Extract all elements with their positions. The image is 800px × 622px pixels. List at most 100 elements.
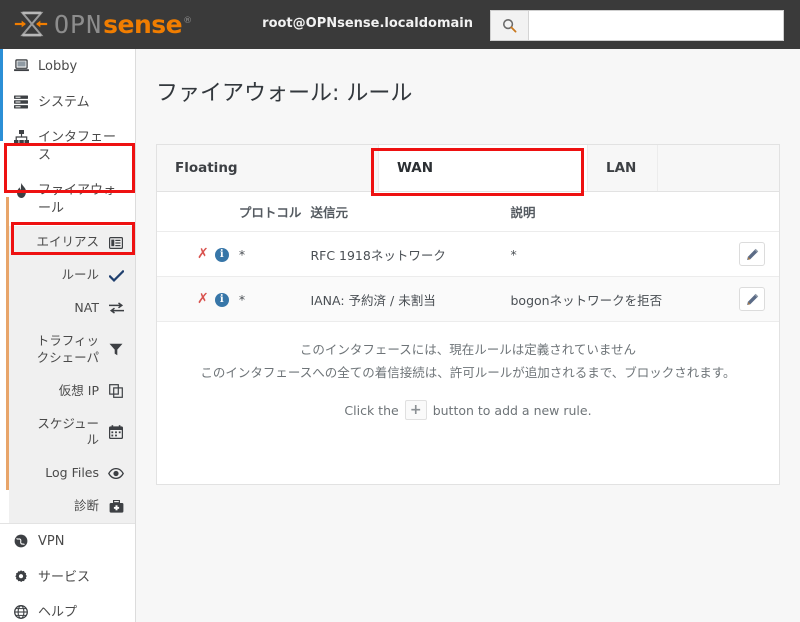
list-window-icon	[107, 236, 125, 249]
opnsense-hourglass-logo-icon	[14, 11, 48, 37]
exchange-arrows-icon	[107, 302, 125, 315]
help-globe-icon	[10, 604, 32, 620]
laptop-icon	[10, 58, 32, 72]
empty-state-line2: このインタフェースへの全ての着信接続は、許可ルールが追加されるまで、ブロックされ…	[200, 365, 736, 381]
sidebar-item-lobby[interactable]: Lobby	[0, 49, 135, 85]
search-icon[interactable]	[491, 11, 529, 40]
page-title: ファイアウォール: ルール	[156, 81, 413, 106]
main-content: ファイアウォール: ルール Floating WAN LAN プロトコル 送信元…	[136, 49, 800, 622]
check-icon	[107, 269, 125, 282]
row-source: IANA: 予約済 / 未割当	[310, 276, 511, 322]
rules-panel: Floating WAN LAN プロトコル 送信元 説明 ✗ i * RFC …	[156, 144, 780, 486]
sidebar-item-aliases[interactable]: エイリアス	[9, 226, 135, 260]
red-x-icon[interactable]: ✗	[197, 246, 209, 262]
sidebar-item-label: インタフェース	[38, 130, 117, 163]
red-x-icon[interactable]: ✗	[197, 291, 209, 307]
row-edit-cell	[715, 276, 779, 322]
filter-icon	[107, 343, 125, 356]
sidebar-item-label: システム	[38, 94, 90, 110]
row-action-icons: ✗ i	[157, 276, 239, 322]
sidebar-item-system[interactable]: システム	[0, 85, 135, 121]
sidebar-item-label: ヘルプ	[38, 605, 78, 621]
sidebar-item-label: Log Files	[45, 465, 99, 481]
tab-lan[interactable]: LAN	[588, 145, 658, 191]
table-body: ✗ i * RFC 1918ネットワーク * ✗ i * IANA: 予約済 /…	[157, 231, 779, 322]
hint-text-after: button to add a new rule.	[432, 402, 592, 418]
edit-rule-button[interactable]	[739, 287, 765, 311]
sidebar-item-label: ファイアウォール	[38, 183, 117, 216]
edit-rule-button[interactable]	[739, 242, 765, 266]
col-actions	[157, 192, 239, 232]
firewall-rules-table: プロトコル 送信元 説明 ✗ i * RFC 1918ネットワーク * ✗ i …	[157, 192, 779, 322]
row-description: bogonネットワークを拒否	[510, 276, 716, 322]
row-action-icons: ✗ i	[157, 231, 239, 277]
sidebar-item-label: 診断	[73, 498, 99, 514]
sidebar-item-schedules[interactable]: スケジュール	[9, 407, 135, 458]
sidebar-item-rules[interactable]: ルール	[9, 259, 135, 293]
col-edit	[715, 192, 779, 232]
sidebar-item-label: Lobby	[38, 59, 78, 74]
body-wrapper: Lobby システム インタフェース ファイアウォール エイリアス ルール NA…	[0, 49, 800, 622]
table-header: プロトコル 送信元 説明	[157, 192, 779, 232]
sidebar-firewall-submenu: エイリアス ルール NAT トラフィックシェーパ 仮想 IP スケジュール Lo…	[9, 226, 135, 524]
sidebar-item-vpn[interactable]: VPN	[0, 524, 135, 560]
sidebar-item-interfaces[interactable]: インタフェース	[0, 120, 135, 173]
globe-icon	[10, 533, 32, 548]
row-protocol: *	[238, 276, 311, 322]
col-description: 説明	[510, 192, 716, 232]
sidebar-item-label: スケジュール	[37, 415, 99, 448]
gear-icon	[10, 569, 32, 584]
calendar-icon	[107, 425, 125, 440]
logo-wordmark: OPN sense ®	[54, 12, 192, 37]
info-circle-icon[interactable]: i	[214, 292, 229, 307]
interface-tabs: Floating WAN LAN	[157, 145, 779, 192]
sidebar-nav: Lobby システム インタフェース ファイアウォール エイリアス ルール NA…	[0, 49, 136, 622]
row-description: *	[510, 231, 716, 277]
sidebar-item-services[interactable]: サービス	[0, 560, 135, 596]
sidebar-item-nat[interactable]: NAT	[9, 292, 135, 325]
tab-label: WAN	[397, 160, 434, 176]
sidebar-item-log-files[interactable]: Log Files	[9, 457, 135, 491]
eye-icon	[107, 468, 125, 480]
row-protocol: *	[238, 231, 311, 277]
tab-label: Floating	[175, 160, 238, 176]
sidebar-item-virtual-ip[interactable]: 仮想 IP	[9, 374, 135, 408]
logo-opn-text: OPN	[54, 9, 103, 39]
info-circle-icon[interactable]: i	[214, 247, 229, 262]
tab-floating[interactable]: Floating	[157, 145, 379, 191]
top-header: OPN sense ® root@OPNsense.localdomain	[0, 0, 800, 49]
empty-state-hint: Click the + button to add a new rule.	[167, 400, 769, 421]
copy-icon	[107, 384, 125, 398]
plus-icon[interactable]: +	[404, 400, 427, 421]
sidebar-item-label: エイリアス	[36, 234, 99, 250]
empty-state-line1: このインタフェースには、現在ルールは定義されていません	[299, 342, 637, 357]
server-icon	[10, 94, 32, 109]
tab-label: LAN	[606, 160, 637, 176]
opnsense-window: OPN sense ® root@OPNsense.localdomain Lo…	[0, 0, 800, 622]
table-row[interactable]: ✗ i * IANA: 予約済 / 未割当 bogonネットワークを拒否	[157, 276, 779, 322]
empty-state-message: このインタフェースには、現在ルールは定義されていません このインタフェースへの全…	[157, 322, 779, 442]
medkit-icon	[107, 500, 125, 513]
hint-text-before: Click the	[344, 402, 399, 418]
sidebar-item-firewall[interactable]: ファイアウォール	[0, 173, 135, 226]
panel-footer-area	[157, 442, 779, 485]
tab-wan[interactable]: WAN	[379, 145, 588, 191]
sidebar-item-label: NAT	[74, 300, 99, 316]
sidebar-item-diagnostics[interactable]: 診断	[9, 490, 135, 524]
sidebar-item-label: 仮想 IP	[58, 382, 99, 398]
pencil-icon	[746, 248, 758, 260]
search-bar[interactable]	[490, 10, 784, 41]
sidebar-item-label: ルール	[61, 267, 99, 283]
logged-in-user: root@OPNsense.localdomain	[262, 16, 473, 31]
sidebar-item-label: サービス	[38, 569, 91, 585]
opnsense-logo[interactable]: OPN sense ®	[14, 8, 192, 40]
col-protocol: プロトコル	[238, 192, 311, 232]
fire-icon	[10, 182, 32, 199]
table-row[interactable]: ✗ i * RFC 1918ネットワーク *	[157, 231, 779, 277]
sidebar-item-traffic-shaper[interactable]: トラフィックシェーパ	[9, 324, 135, 375]
sidebar-item-help[interactable]: ヘルプ	[0, 595, 135, 622]
logo-sense-text: sense	[103, 9, 183, 39]
sidebar-item-label: トラフィックシェーパ	[36, 332, 99, 365]
sidebar-item-label: VPN	[38, 534, 65, 550]
search-input[interactable]	[529, 11, 783, 40]
